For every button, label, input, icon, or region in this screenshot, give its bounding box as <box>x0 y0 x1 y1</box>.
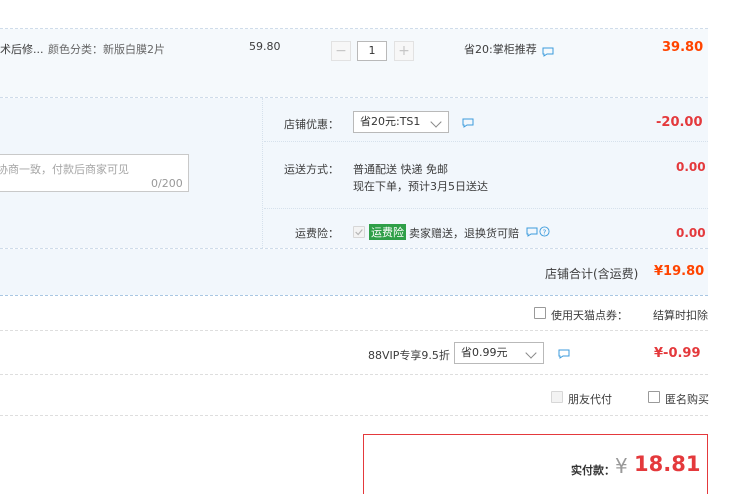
check-icon <box>355 229 363 236</box>
insurance-description: 卖家赠送，退换货可赔 <box>409 227 519 240</box>
insurance-badge: 运费险 <box>369 224 406 240</box>
message-icon[interactable] <box>526 227 538 237</box>
payment-currency: ¥ <box>615 454 628 478</box>
item-sku: 颜色分类：新版白膜2片 <box>48 43 165 56</box>
message-icon[interactable] <box>558 349 570 359</box>
shop-options-panel: 店铺优惠： 省20元:TS1 -20.00 运送方式： 普通配送 快递 免邮 现… <box>264 98 708 248</box>
divider <box>0 415 708 416</box>
insurance-label: 运费险： <box>295 227 339 240</box>
shipping-eta: 现在下单，预计3月5日送达 <box>353 180 488 193</box>
payment-amount: 18.81 <box>634 452 701 476</box>
insurance-amount: 0.00 <box>676 226 706 240</box>
buyer-message-counter: 0/200 <box>151 177 183 190</box>
friend-pay-checkbox[interactable] <box>551 391 563 403</box>
shop-coupon-select[interactable]: 省20元:TS1 <box>353 111 449 133</box>
item-promo: 省20:掌柜推荐 <box>464 43 537 56</box>
shop-total-label: 店铺合计(含运费) <box>545 267 639 281</box>
shop-coupon-label: 店铺优惠： <box>284 118 339 131</box>
chevron-down-icon <box>525 347 537 359</box>
vip-discount-amount: ¥-0.99 <box>654 346 701 361</box>
tmall-points-checkbox[interactable] <box>534 307 546 319</box>
friend-pay-label: 朋友代付 <box>568 393 612 406</box>
shop-section: 协商一致，付款后商家可见 0/200 店铺优惠： 省20元:TS1 -20.00… <box>0 98 708 248</box>
row-divider <box>264 208 708 209</box>
total-divider-bottom <box>0 295 708 296</box>
vip-discount-label: 88VIP专享9.5折 <box>368 349 450 362</box>
tmall-points-note: 结算时扣除 <box>653 309 708 322</box>
chevron-down-icon <box>430 116 442 128</box>
payment-summary-box: 实付款： ¥ 18.81 <box>363 434 708 494</box>
quantity-decrease-button[interactable]: − <box>331 41 351 61</box>
buyer-message-placeholder: 协商一致，付款后商家可见 <box>0 163 129 176</box>
quantity-increase-button[interactable]: + <box>394 41 414 61</box>
divider <box>0 374 708 375</box>
shop-total-bar: 店铺合计(含运费) ¥19.80 <box>0 249 708 295</box>
insurance-checkbox[interactable] <box>353 226 365 238</box>
buyer-message-panel: 协商一致，付款后商家可见 0/200 <box>0 98 262 248</box>
tmall-points-label: 使用天猫点券： <box>551 309 628 322</box>
help-icon[interactable]: ? <box>539 226 550 237</box>
item-title[interactable]: 术后修... <box>0 41 44 57</box>
vip-discount-select[interactable]: 省0.99元 <box>454 342 544 364</box>
order-item-row: 术后修... 颜色分类：新版白膜2片 59.80 − 1 + 省20:掌柜推荐 … <box>0 29 708 97</box>
divider <box>0 330 708 331</box>
anonymous-checkbox[interactable] <box>648 391 660 403</box>
shop-coupon-amount: -20.00 <box>656 115 703 130</box>
shipping-method: 普通配送 快递 免邮 <box>353 163 448 176</box>
buyer-message-input[interactable]: 协商一致，付款后商家可见 0/200 <box>0 154 189 192</box>
svg-text:?: ? <box>543 227 547 236</box>
shop-total-amount: ¥19.80 <box>654 264 705 279</box>
item-subtotal: 39.80 <box>662 40 704 55</box>
message-icon[interactable] <box>542 47 554 57</box>
message-icon[interactable] <box>462 118 474 128</box>
vip-discount-select-value: 省0.99元 <box>461 346 508 359</box>
shop-coupon-select-value: 省20元:TS1 <box>360 115 421 128</box>
anonymous-label: 匿名购买 <box>665 393 709 406</box>
item-unit-price: 59.80 <box>249 40 281 53</box>
shipping-label: 运送方式： <box>284 163 339 176</box>
quantity-input[interactable]: 1 <box>357 41 387 61</box>
shipping-amount: 0.00 <box>676 160 706 174</box>
row-divider <box>264 141 708 142</box>
payment-label: 实付款： <box>571 464 615 477</box>
